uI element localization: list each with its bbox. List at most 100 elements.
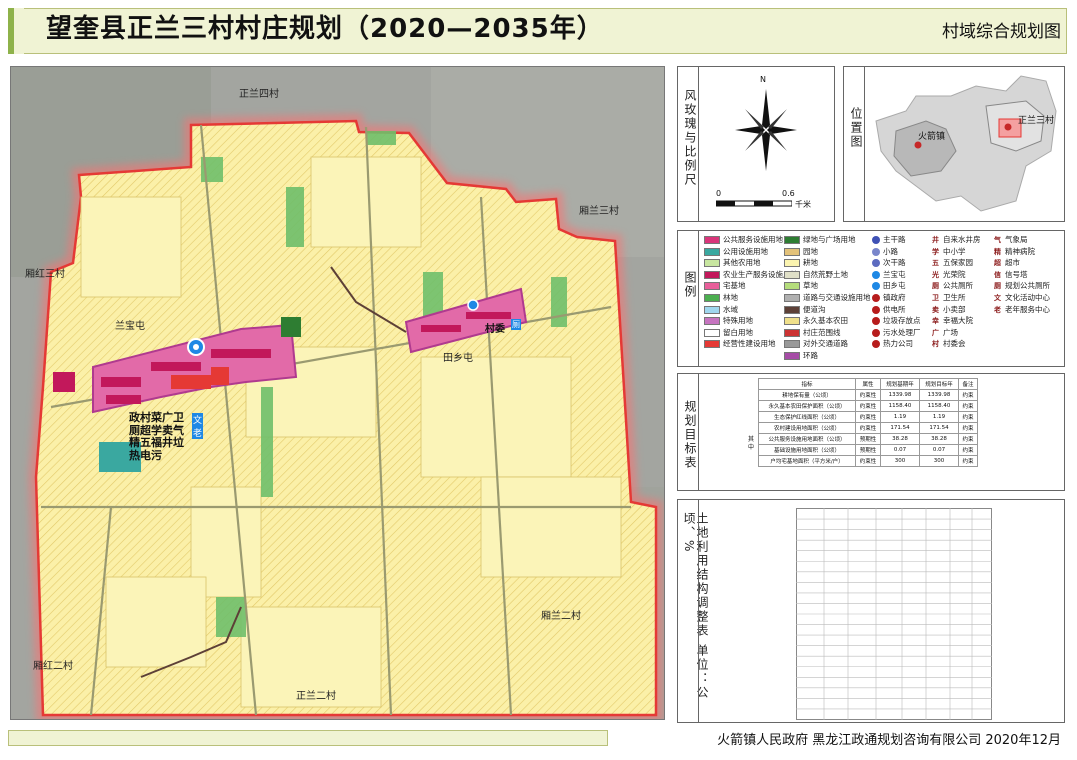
legend-item: 小路 <box>872 247 898 256</box>
town-label: 火箭镇 <box>918 132 946 142</box>
legend-label: 光荣院 <box>943 269 966 279</box>
main-map[interactable]: 正兰四村 厢兰三村 厢红三村 厢红二村 厢兰二村 正兰二村 兰宝屯 田乡屯 村委… <box>10 66 665 720</box>
target-cell: 约束 <box>958 455 978 467</box>
neighbor-south: 正兰二村 <box>296 691 336 702</box>
target-cell: 300 <box>919 455 959 467</box>
west-settlement-label: 兰宝屯 <box>115 321 145 332</box>
target-cell: 171.54 <box>919 422 959 434</box>
target-cell: 永久基本农田保护面积（公顷） <box>758 400 856 412</box>
legend-swatch <box>704 328 720 337</box>
location-panel-title: 位置图 <box>849 107 863 149</box>
legend-item: 卫卫生所 <box>932 293 966 303</box>
legend-label: 自来水井房 <box>943 235 981 244</box>
legend-swatch <box>704 282 720 291</box>
elderly-center-tag: 老 <box>192 426 204 439</box>
legend-label: 垃圾存放点 <box>883 316 921 326</box>
legend-item: 田乡屯 <box>872 281 906 291</box>
legend-marker-icon <box>872 317 880 326</box>
legend-item: 学中小学 <box>932 247 966 257</box>
legend-item: 镇政府 <box>872 293 906 302</box>
legend-glyph-icon: 信 <box>994 270 1001 279</box>
legend-glyph-icon: 学 <box>932 247 939 256</box>
legend-marker-icon <box>872 340 880 349</box>
target-cell: 生态保护红线面积（公顷） <box>758 411 856 423</box>
compass-panel: 风玫瑰与比例尺 N 0 0.6 千米 <box>677 66 835 222</box>
neighbor-southeast: 厢兰二村 <box>541 611 581 622</box>
target-cell: 约束 <box>958 400 978 412</box>
compass-panel-title: 风玫瑰与比例尺 <box>683 89 697 187</box>
legend-label: 供电所 <box>883 304 906 314</box>
legend-item: 五五保家园 <box>932 258 973 268</box>
legend-item: 留白用地 <box>704 328 753 337</box>
legend-label: 对外交通道路 <box>803 339 848 349</box>
legend-label: 耕地 <box>803 258 818 268</box>
legend-item: 幸幸福大院 <box>932 316 973 326</box>
legend-swatch <box>784 247 800 256</box>
legend-item: 宅基地 <box>704 281 746 291</box>
neighbor-north: 正兰四村 <box>239 89 279 100</box>
target-cell: 公共服务设施用地面积（公顷） <box>758 433 856 445</box>
legend-swatch <box>784 259 800 268</box>
legend-label: 水域 <box>723 304 738 314</box>
legend-glyph-icon: 文 <box>994 294 1001 302</box>
legend-item: 村村委会 <box>932 339 966 349</box>
legend-marker-icon <box>872 259 880 268</box>
targets-title: 规划目标表 <box>683 400 697 470</box>
legend-item: 水域 <box>704 305 738 314</box>
legend-glyph-icon: 卫 <box>932 294 939 302</box>
target-cell: 38.28 <box>880 433 920 445</box>
target-cell: 户均宅基地面积（平方米/户） <box>758 455 856 467</box>
legend-item: 气气象局 <box>994 235 1028 245</box>
targets-header: 指标 <box>758 378 856 390</box>
legend-label: 幸福大院 <box>943 316 973 326</box>
legend-marker-icon <box>872 328 880 337</box>
east-settlement-marker <box>467 299 479 311</box>
west-facility-line: 政村菜广卫 <box>129 411 184 424</box>
legend-swatch <box>784 328 800 337</box>
legend-label: 公共厕所 <box>943 281 973 291</box>
location-map <box>875 75 1057 212</box>
targets-header: 备注 <box>958 378 978 390</box>
targets-sub-label: 其中 <box>748 436 755 451</box>
legend-label: 特殊用地 <box>723 316 753 326</box>
legend-glyph-icon: 精 <box>994 247 1001 256</box>
legend-label: 公共服务设施用地 <box>723 235 783 244</box>
legend-item: 其他农用地 <box>704 258 761 268</box>
target-cell: 约束性 <box>855 422 881 434</box>
legend-item: 广广场 <box>932 328 958 338</box>
legend-item: 村庄范围线 <box>784 328 841 337</box>
target-cell: 农村建设用地面积（公顷） <box>758 422 856 434</box>
legend-glyph-icon: 超 <box>994 259 1001 268</box>
target-cell: 1339.98 <box>919 389 959 401</box>
target-cell: 1.19 <box>919 411 959 423</box>
target-cell: 基础设施用地面积（公顷） <box>758 444 856 456</box>
legend-swatch <box>784 317 800 326</box>
legend-label: 园地 <box>803 246 818 256</box>
legend-item: 绿地与广场用地 <box>784 235 856 244</box>
targets-panel: 规划目标表 指标 属性 规划基期年 规划目标年 备注 耕地保有量（公顷） 约束性 1… <box>677 373 1065 491</box>
legend-label: 信号塔 <box>1005 269 1028 279</box>
legend-label: 环路 <box>803 351 818 360</box>
landuse-panel: 土地利用结构调整表 单位：公顷、% <box>677 499 1065 723</box>
legend-swatch <box>704 236 720 244</box>
legend-label: 村庄范围线 <box>803 327 841 337</box>
compass-rose-icon <box>735 89 797 171</box>
legend-label: 文化活动中心 <box>1005 293 1050 302</box>
targets-table: 指标 属性 规划基期年 规划目标年 备注 耕地保有量（公顷） 约束性 1339.98… <box>758 378 978 467</box>
legend-panel: 图例 公共服务设施用地 公用设施用地 其他农用地 农业生产服务设施用地 宅基地 林地 水域特… <box>677 230 1065 367</box>
map-subtitle: 村域综合规划图 <box>942 22 1061 42</box>
location-panel: 位置图 火箭镇 正兰三村 <box>843 66 1065 222</box>
legend-label: 留白用地 <box>723 327 753 337</box>
footer-text: 火箭镇人民政府 黑龙江政通规划咨询有限公司 2020年12月 <box>717 733 1061 748</box>
legend-item: 特殊用地 <box>704 316 753 326</box>
legend-label: 精神病院 <box>1005 246 1035 256</box>
target-cell: 约束 <box>958 422 978 434</box>
scale-start: 0 <box>716 189 722 198</box>
legend-label: 小卖部 <box>943 304 966 314</box>
target-cell: 1158.40 <box>880 400 920 412</box>
legend-item: 主干路 <box>872 235 906 244</box>
legend-item: 耕地 <box>784 258 818 268</box>
legend-label: 公用设施用地 <box>723 246 768 256</box>
legend-label: 便道沟 <box>803 304 826 314</box>
legend-label: 道路与交通设施用地 <box>803 293 871 302</box>
